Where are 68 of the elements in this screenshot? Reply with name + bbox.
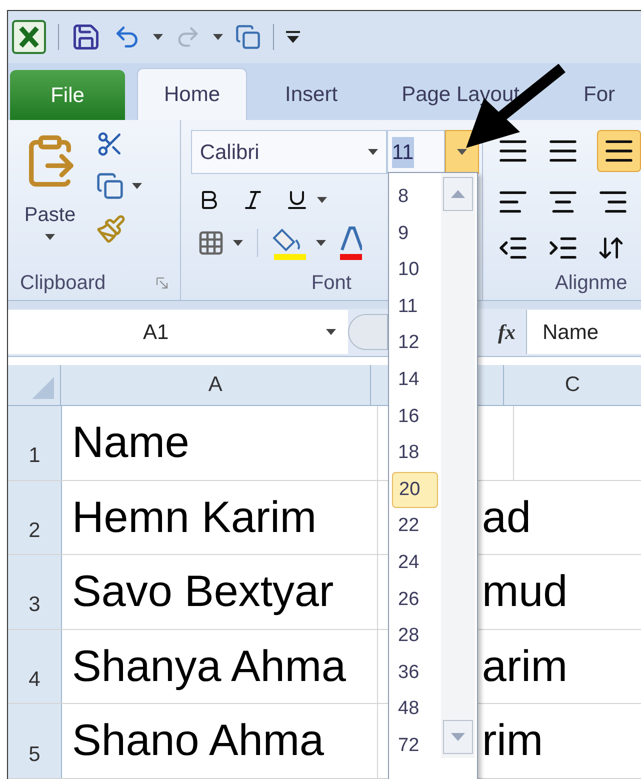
row-header[interactable]: 5: [8, 704, 62, 778]
function-label[interactable]: fx: [488, 316, 526, 348]
font-size-option[interactable]: 24: [392, 544, 438, 582]
row-header[interactable]: 3: [8, 555, 62, 629]
font-size-field[interactable]: 11: [386, 130, 445, 174]
fill-color-icon[interactable]: [272, 226, 308, 260]
ribbon-tab[interactable]: Home: [137, 68, 248, 120]
row-header[interactable]: 4: [8, 630, 62, 704]
excel-logo-icon[interactable]: [12, 20, 46, 54]
caret-icon[interactable]: [316, 240, 326, 246]
font-size-option[interactable]: 36: [392, 654, 438, 692]
font-size-option[interactable]: 9: [392, 216, 438, 252]
name-box[interactable]: A1: [8, 310, 348, 354]
column-header[interactable]: C: [504, 364, 641, 406]
copy-icon[interactable]: [235, 24, 261, 50]
font-size-option[interactable]: 11: [392, 288, 438, 326]
cell-text: Hemn Karim: [72, 492, 316, 544]
column-header[interactable]: A: [61, 364, 371, 406]
caret-icon[interactable]: [132, 183, 142, 190]
caret-icon[interactable]: [153, 34, 163, 40]
caret-icon: [456, 149, 467, 156]
font-size-option[interactable]: 12: [392, 325, 438, 362]
customize-toolbar-icon[interactable]: [286, 30, 300, 43]
cell-text: Shano Ahma: [72, 715, 324, 768]
paste-label[interactable]: Paste: [24, 200, 76, 230]
font-size-option[interactable]: 22: [392, 508, 438, 545]
font-size-option[interactable]: 10: [392, 252, 438, 289]
caret-icon[interactable]: [213, 34, 223, 40]
font-size-option[interactable]: 18: [392, 435, 438, 472]
cell-text: Savo Bextyar: [72, 566, 334, 618]
dialog-launcher-icon[interactable]: [156, 277, 168, 290]
row-header[interactable]: 1: [8, 406, 62, 480]
caret-icon[interactable]: [326, 329, 336, 336]
caret-icon[interactable]: [316, 197, 327, 204]
cell-text: mud: [482, 566, 568, 618]
font-size-option[interactable]: 26: [392, 582, 438, 618]
format-painter-icon[interactable]: [96, 214, 126, 244]
cell-text: Shanya Ahma: [72, 640, 346, 693]
cell-text: rim: [482, 715, 544, 768]
cell-text: ad: [482, 492, 531, 544]
font-color-icon[interactable]: [340, 226, 362, 260]
formula-field[interactable]: Name: [526, 310, 641, 354]
bottom-align-button[interactable]: [597, 130, 641, 172]
file-tab[interactable]: File: [10, 70, 125, 120]
caret-icon[interactable]: [232, 240, 243, 246]
font-name-field[interactable]: Calibri: [190, 130, 387, 174]
corner-triangle-icon: [32, 377, 54, 400]
font-size-option[interactable]: 28: [392, 618, 438, 655]
save-icon[interactable]: [71, 22, 101, 52]
borders-icon[interactable]: [196, 229, 225, 258]
group-label: Clipboard: [20, 271, 106, 296]
group-label: Font: [311, 271, 352, 296]
row-header[interactable]: 2: [8, 480, 62, 554]
group-label: Alignme: [555, 271, 628, 296]
cell-text: arim: [482, 640, 568, 693]
ribbon-tab[interactable]: For: [558, 68, 641, 120]
copy-icon[interactable]: [96, 172, 124, 200]
font-size-option[interactable]: 8: [392, 179, 438, 216]
font-size-option[interactable]: 14: [392, 362, 438, 399]
font-size-option[interactable]: 16: [392, 398, 438, 436]
ribbon-tab[interactable]: Insert: [259, 68, 364, 120]
font-size-option[interactable]: 20: [392, 472, 438, 508]
font-size-option[interactable]: 48: [392, 691, 438, 728]
caret-icon[interactable]: [368, 149, 378, 156]
formula-bar-handle[interactable]: [348, 314, 388, 350]
caret-icon[interactable]: [45, 234, 55, 240]
cell-text: Name: [72, 417, 190, 470]
font-size-option[interactable]: 72: [392, 728, 438, 764]
